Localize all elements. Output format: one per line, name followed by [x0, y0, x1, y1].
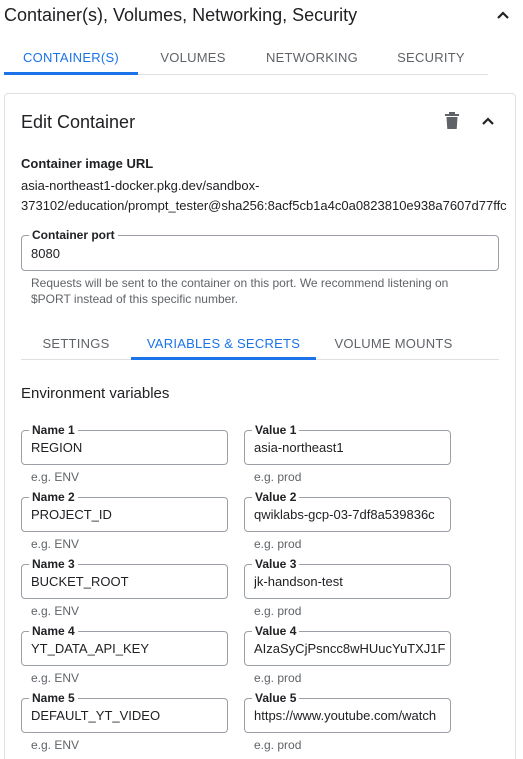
- env-value-field[interactable]: Value 1: [244, 423, 451, 465]
- tab-security[interactable]: SECURITY: [374, 40, 488, 74]
- section-header: Container(s), Volumes, Networking, Secur…: [0, 0, 523, 32]
- env-name-field[interactable]: Name 2: [21, 490, 228, 532]
- env-name-input[interactable]: [31, 632, 222, 665]
- tab-containers[interactable]: CONTAINER(S): [4, 40, 138, 74]
- env-value-input[interactable]: [254, 699, 445, 732]
- env-value-input[interactable]: [254, 565, 445, 598]
- env-value-input[interactable]: [254, 498, 445, 531]
- env-value-hint: e.g. prod: [254, 738, 302, 752]
- chevron-up-icon: [497, 11, 509, 19]
- env-name-input[interactable]: [31, 565, 222, 598]
- env-value-input[interactable]: [254, 632, 445, 665]
- env-name-hint: e.g. ENV: [31, 470, 80, 484]
- tab-label: VARIABLES & SECRETS: [146, 335, 301, 351]
- env-value-field[interactable]: Value 4: [244, 624, 451, 666]
- env-value-hint: e.g. prod: [254, 671, 302, 685]
- hint-line: Requests will be sent to the container o…: [31, 276, 449, 290]
- env-value-hint: e.g. prod: [254, 537, 302, 551]
- inner-tab-bar: SETTINGS VARIABLES & SECRETS VOLUME MOUN…: [21, 326, 499, 360]
- image-url-label: Container image URL: [21, 156, 154, 171]
- env-vars-title: Environment variables: [21, 385, 170, 402]
- tab-label: NETWORKING: [265, 49, 359, 65]
- image-url-line: 373102/education/prompt_tester@sha256:8a…: [21, 198, 507, 213]
- image-url-line: asia-northeast1-docker.pkg.dev/sandbox-: [21, 178, 260, 193]
- env-name-input[interactable]: [31, 699, 222, 732]
- env-name-input[interactable]: [31, 431, 222, 464]
- image-url-value[interactable]: asia-northeast1-docker.pkg.dev/sandbox- …: [21, 176, 507, 216]
- env-value-field[interactable]: Value 5: [244, 691, 451, 733]
- hint-line: $PORT instead of this specific number.: [31, 292, 238, 306]
- env-name-hint: e.g. ENV: [31, 671, 80, 685]
- edit-container-card: Edit Container Container image URL asia-…: [4, 93, 516, 759]
- section-collapse-button[interactable]: [493, 5, 513, 25]
- env-name-input[interactable]: [31, 498, 222, 531]
- top-tab-bar: CONTAINER(S) VOLUMES NETWORKING SECURITY: [4, 40, 488, 75]
- trash-icon: [445, 112, 459, 129]
- env-name-field[interactable]: Name 1: [21, 423, 228, 465]
- tab-label: VOLUME MOUNTS: [334, 335, 453, 351]
- section-title: Container(s), Volumes, Networking, Secur…: [4, 5, 358, 25]
- tab-label: VOLUMES: [160, 49, 226, 65]
- port-hint: Requests will be sent to the container o…: [31, 275, 448, 307]
- env-value-field[interactable]: Value 3: [244, 557, 451, 599]
- env-value-input[interactable]: [254, 431, 445, 464]
- active-tab-indicator: [131, 357, 316, 360]
- delete-container-button[interactable]: [444, 112, 460, 130]
- env-value-hint: e.g. prod: [254, 604, 302, 618]
- container-port-input[interactable]: [31, 236, 493, 270]
- env-value-field[interactable]: Value 2: [244, 490, 451, 532]
- tab-variables-secrets[interactable]: VARIABLES & SECRETS: [131, 326, 316, 360]
- tab-label: SETTINGS: [42, 335, 110, 351]
- env-name-field[interactable]: Name 5: [21, 691, 228, 733]
- tab-label: SECURITY: [397, 49, 465, 65]
- env-name-hint: e.g. ENV: [31, 738, 80, 752]
- env-name-field[interactable]: Name 4: [21, 624, 228, 666]
- env-name-field[interactable]: Name 3: [21, 557, 228, 599]
- card-title: Edit Container: [21, 112, 136, 132]
- tab-label: CONTAINER(S): [23, 49, 119, 65]
- env-value-hint: e.g. prod: [254, 470, 302, 484]
- tab-settings[interactable]: SETTINGS: [21, 326, 131, 360]
- tab-volumes[interactable]: VOLUMES: [138, 40, 248, 74]
- chevron-up-icon: [482, 117, 494, 125]
- env-name-hint: e.g. ENV: [31, 604, 80, 618]
- tab-networking[interactable]: NETWORKING: [253, 40, 371, 74]
- container-port-field[interactable]: Container port: [21, 228, 499, 271]
- active-tab-indicator: [4, 72, 138, 75]
- tab-volume-mounts[interactable]: VOLUME MOUNTS: [321, 326, 466, 360]
- card-collapse-button[interactable]: [478, 111, 498, 131]
- env-name-hint: e.g. ENV: [31, 537, 80, 551]
